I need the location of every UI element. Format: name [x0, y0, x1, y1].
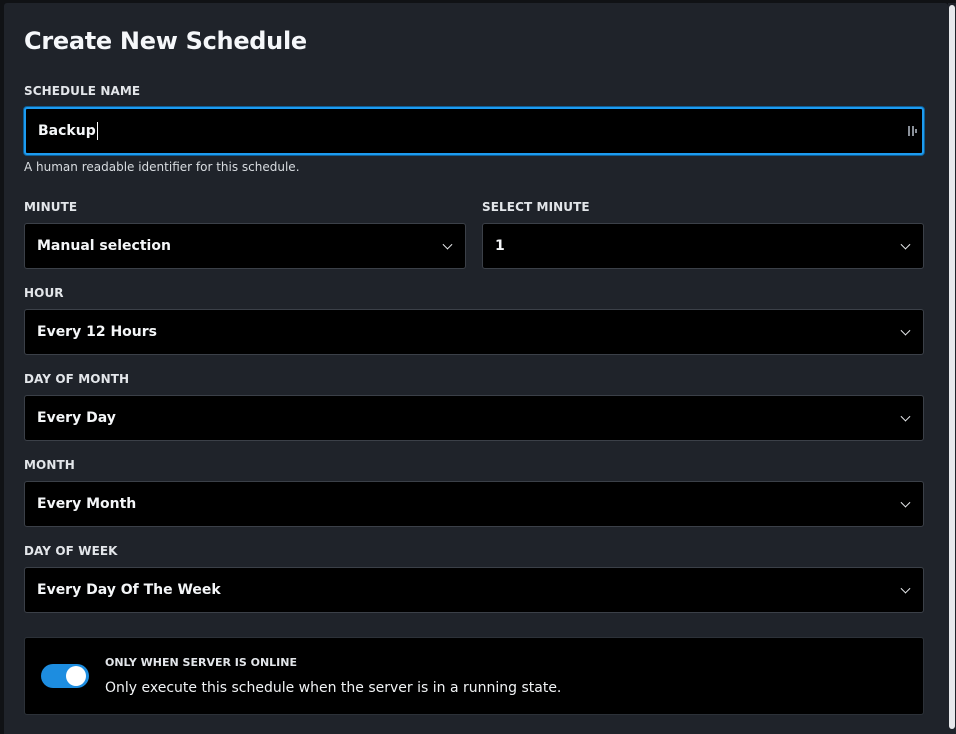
text-caret — [96, 122, 98, 140]
only-when-online-description: Only execute this schedule when the serv… — [105, 680, 562, 696]
only-when-online-option: ONLY WHEN SERVER IS ONLINE Only execute … — [24, 637, 924, 715]
select-minute-value: 1 — [495, 238, 505, 254]
chevron-down-icon — [900, 583, 911, 594]
day-of-week-label: DAY OF WEEK — [24, 544, 118, 558]
create-schedule-dialog: Create New Schedule SCHEDULE NAME Backup… — [4, 3, 948, 734]
schedule-name-label: SCHEDULE NAME — [24, 84, 141, 98]
scrollbar[interactable] — [948, 3, 956, 734]
select-minute-label: SELECT MINUTE — [482, 200, 590, 214]
minute-label: MINUTE — [24, 200, 78, 214]
toggle-knob — [66, 666, 86, 686]
chevron-down-icon — [900, 497, 911, 508]
schedule-name-value: Backup — [38, 123, 96, 139]
chevron-down-icon — [442, 239, 453, 250]
hour-label: HOUR — [24, 286, 64, 300]
select-minute-select[interactable]: 1 — [482, 223, 924, 269]
only-when-online-toggle[interactable] — [41, 664, 89, 688]
scrollbar-thumb[interactable] — [949, 5, 955, 729]
day-of-month-select[interactable]: Every Day — [24, 395, 924, 441]
month-select[interactable]: Every Month — [24, 481, 924, 527]
month-label: MONTH — [24, 458, 75, 472]
password-manager-icon[interactable] — [908, 124, 918, 138]
minute-value: Manual selection — [37, 238, 171, 254]
schedule-name-help: A human readable identifier for this sch… — [24, 160, 300, 174]
only-when-online-title: ONLY WHEN SERVER IS ONLINE — [105, 656, 297, 669]
day-of-week-select[interactable]: Every Day Of The Week — [24, 567, 924, 613]
day-of-month-label: DAY OF MONTH — [24, 372, 130, 386]
chevron-down-icon — [900, 325, 911, 336]
chevron-down-icon — [900, 411, 911, 422]
day-of-week-value: Every Day Of The Week — [37, 582, 221, 598]
minute-select[interactable]: Manual selection — [24, 223, 466, 269]
hour-value: Every 12 Hours — [37, 324, 157, 340]
hour-select[interactable]: Every 12 Hours — [24, 309, 924, 355]
month-value: Every Month — [37, 496, 137, 512]
chevron-down-icon — [900, 239, 911, 250]
schedule-name-input[interactable]: Backup — [24, 107, 924, 155]
day-of-month-value: Every Day — [37, 410, 116, 426]
dialog-title: Create New Schedule — [24, 27, 307, 55]
